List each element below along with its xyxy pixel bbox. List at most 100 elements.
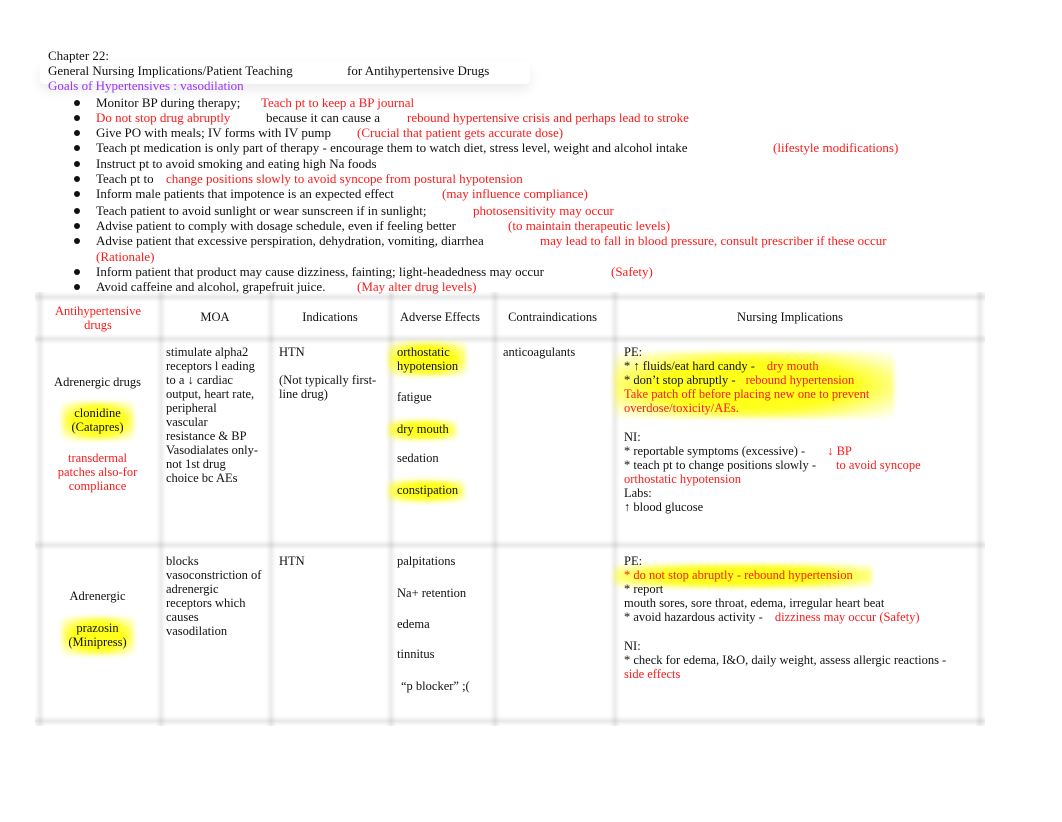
adverse-effect: “p blocker” ;( <box>401 679 470 693</box>
moa-cell: stimulate alpha2 receptors l eading to a… <box>166 345 266 485</box>
bullet-text: Give PO with meals; IV forms with IV pum… <box>96 125 331 140</box>
moa-cell: blocks vasoconstriction of adrenergic re… <box>166 554 266 638</box>
nursing-rationale: overdose/toxicity/AEs. <box>624 401 739 415</box>
moa-line: choice bc AEs <box>166 471 238 485</box>
nursing-rationale: rebound hypertension <box>745 373 855 387</box>
moa-line: not 1st drug <box>166 457 226 471</box>
bullet-text: Monitor BP during therapy; <box>96 95 241 110</box>
pe-label: PE: <box>624 345 643 359</box>
nursing-line: * teach pt to change positions slowly - t… <box>624 458 969 472</box>
drug-note: transdermal patches also-for compliance <box>40 451 155 493</box>
moa-line: receptors which <box>166 596 246 610</box>
bullet-text: Instruct pt to avoid smoking and eating … <box>96 156 377 171</box>
bullet-rationale: change positions slowly to avoid syncope… <box>166 171 523 186</box>
moa-line: adrenergic <box>166 582 219 596</box>
nursing-text: * teach pt to change positions slowly - <box>624 458 816 472</box>
nursing-text: * ↑ fluids/eat hard candy - <box>624 359 755 373</box>
bullet-icon <box>74 145 80 151</box>
header-adverse-effects: Adverse Effects <box>400 310 480 324</box>
bullet-text: Teach pt medication is only part of ther… <box>96 140 688 155</box>
drug-note-line: transdermal <box>67 451 127 465</box>
document-title-part1: General Nursing Implications/Patient Tea… <box>48 63 293 78</box>
indication-line: line drug) <box>279 387 328 401</box>
table-border-header <box>35 334 985 344</box>
moa-line: Vasodialates only- <box>166 443 258 457</box>
nursing-rationale: orthostatic hypotension <box>624 472 741 486</box>
table-border-right <box>975 292 985 726</box>
bullet-icon <box>74 269 80 275</box>
drug-brand-name: (Minipress) <box>68 635 127 649</box>
bullet-icon <box>74 238 80 244</box>
drug-name: prazosin (Minipress) <box>40 621 155 649</box>
nursing-text: * don’t stop abruptly - <box>624 373 736 387</box>
adverse-effect: edema <box>397 617 430 631</box>
indication-line: HTN <box>279 345 305 359</box>
table-column-divider <box>156 292 166 726</box>
bullet-icon <box>74 130 80 136</box>
header-indications: Indications <box>302 310 358 324</box>
drug-name: clonidine (Catapres) <box>40 406 155 434</box>
bullet-rationale: (to maintain therapeutic levels) <box>508 218 671 233</box>
bullet-rationale: (may influence compliance) <box>442 186 588 201</box>
bullet-icon <box>74 208 80 214</box>
bullet-text: Teach patient to avoid sunlight or wear … <box>96 203 427 218</box>
bullet-icon <box>74 115 80 121</box>
header-nursing-implications: Nursing Implications <box>737 310 843 324</box>
indications-cell: HTN (Not typically first- line drug) <box>279 345 384 401</box>
header-contraindications: Contraindications <box>508 310 597 324</box>
moa-line: stimulate alpha2 <box>166 345 249 359</box>
document-title-part2: for Antihypertensive Drugs <box>347 63 490 78</box>
moa-line: peripheral <box>166 401 217 415</box>
nursing-rationale: to avoid syncope <box>835 458 921 472</box>
moa-line: receptors l eading <box>166 359 255 373</box>
bullet-rationale: (lifestyle modifications) <box>773 140 899 155</box>
drug-note-line: compliance <box>68 479 127 493</box>
bullet-rationale: photosensitivity may occur <box>473 203 614 218</box>
bullet-rationale: rebound hypertensive crisis and perhaps … <box>407 110 689 125</box>
pe-label: PE: <box>624 554 643 568</box>
bullet-text: Advise patient that excessive perspirati… <box>96 233 484 248</box>
table-column-divider <box>266 292 276 726</box>
table-border-top <box>35 292 985 302</box>
chapter-label: Chapter 22: <box>48 48 110 63</box>
moa-line: blocks <box>166 554 199 568</box>
labs-label: Labs: <box>624 486 652 500</box>
drug-note-line: patches also-for <box>57 465 138 479</box>
adverse-effect: Na+ retention <box>397 586 467 600</box>
nursing-text: * reportable symptoms (excessive) - <box>624 444 806 458</box>
indication-line: (Not typically first- <box>279 373 377 387</box>
moa-line: vasoconstriction of <box>166 568 262 582</box>
nursing-line: * avoid hazardous activity - dizziness ma… <box>624 610 969 624</box>
adverse-effect: sedation <box>397 451 439 465</box>
nursing-rationale: Take patch off before placing new one to… <box>624 387 870 401</box>
header-drugs-line2: drugs <box>84 318 112 332</box>
drug-class: Adrenergic <box>69 589 126 603</box>
bullet-icon <box>74 223 80 229</box>
header-drugs-line1: Antihypertensive <box>54 304 142 318</box>
nursing-rationale: side effects <box>624 667 681 681</box>
table-column-divider <box>490 292 500 726</box>
nursing-rationale: dry mouth <box>766 359 819 373</box>
bullet-icon <box>74 284 80 290</box>
moa-line: resistance & BP <box>166 429 247 443</box>
bullet-icon <box>74 161 80 167</box>
table-border-row <box>35 540 985 550</box>
nursing-line: * ↑ fluids/eat hard candy - dry mouth <box>624 359 969 373</box>
ni-label: NI: <box>624 430 641 444</box>
nursing-text: * report <box>624 582 664 596</box>
bullet-text-emphasis: Do not stop drug abruptly <box>96 110 231 125</box>
nursing-line: * reportable symptoms (excessive) - ↓ BP <box>624 444 969 458</box>
adverse-effect: fatigue <box>397 390 432 404</box>
bullet-icon <box>74 191 80 197</box>
nursing-text: * avoid hazardous activity - <box>624 610 763 624</box>
bullet-icon <box>74 176 80 182</box>
adverse-effect-line: orthostatic <box>397 345 450 359</box>
bullet-rationale: Teach pt to keep a BP journal <box>261 95 415 110</box>
nursing-line: * don’t stop abruptly - rebound hypertens… <box>624 373 969 387</box>
indications-cell: HTN <box>279 554 305 568</box>
bullet-rationale: may lead to fall in blood pressure, cons… <box>540 233 887 248</box>
nursing-implications-cell: PE: * do not stop abruptly - rebound hyp… <box>624 554 969 681</box>
header-drugs: Antihypertensive drugs <box>42 304 154 332</box>
bullet-rationale-continued: (Rationale) <box>96 249 155 264</box>
moa-line: vasodilation <box>166 624 228 638</box>
